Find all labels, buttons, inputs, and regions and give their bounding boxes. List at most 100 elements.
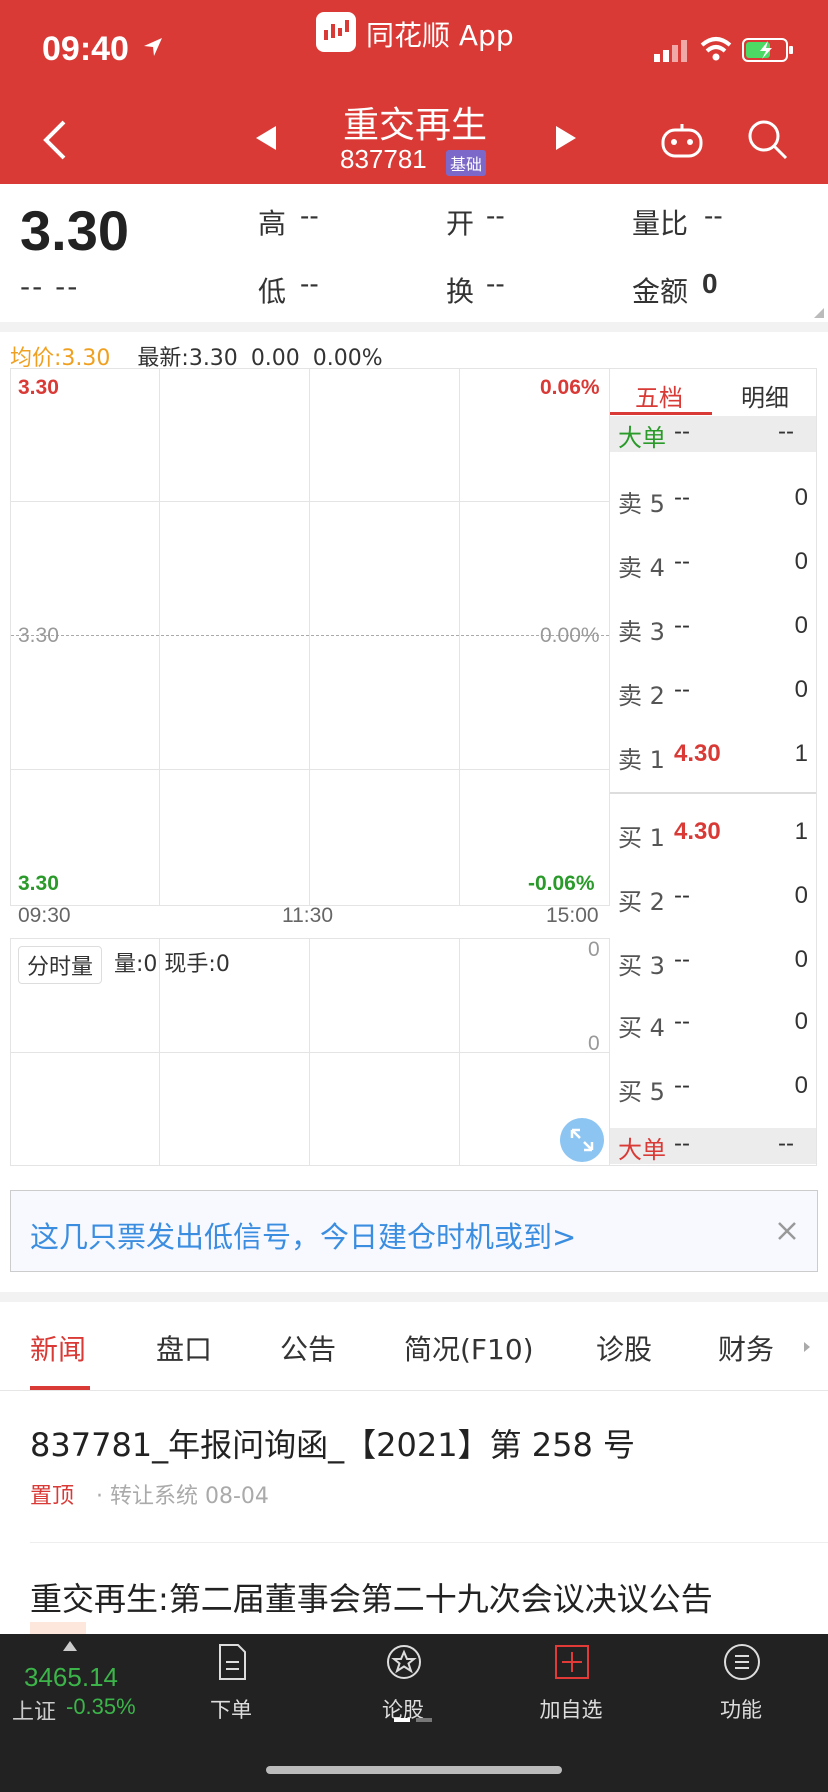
low-value: -- (300, 268, 319, 299)
volume-axis-top: 0 (588, 938, 600, 961)
add-watchlist-icon[interactable] (552, 1642, 592, 1682)
location-arrow-icon (144, 38, 162, 56)
big-order-bottom-a: -- (674, 1130, 690, 1157)
robot-assistant-icon[interactable] (660, 122, 704, 158)
previous-close-line (11, 635, 609, 636)
big-order-bottom-b: -- (778, 1130, 794, 1157)
tabs-scroll-arrow-icon[interactable] (800, 1338, 814, 1356)
pager-dot-active (394, 1718, 410, 1722)
index-value[interactable]: 3465.14 (24, 1662, 118, 1693)
buy-2-label: 买 2 (618, 888, 665, 916)
cellular-signal-icon (654, 40, 687, 62)
divider (0, 322, 828, 332)
news-item-title[interactable]: 837781_年报问询函_【2021】第 258 号 (30, 1420, 635, 1466)
volume-axis-mid: 0 (588, 1032, 600, 1055)
turnover-value: -- (486, 268, 505, 299)
previous-stock-button[interactable] (252, 124, 280, 152)
back-button[interactable] (40, 118, 70, 162)
big-order-value-b: -- (778, 418, 794, 445)
tab-announcements[interactable]: 公告 (280, 1328, 336, 1368)
intraday-chart[interactable] (10, 368, 610, 906)
index-toggle-arrow-icon[interactable] (62, 1640, 78, 1652)
buy-5-label: 买 5 (618, 1078, 665, 1106)
divider (0, 1292, 828, 1302)
sell-5-label: 卖 5 (618, 490, 665, 518)
buy-4-qty: 0 (794, 1008, 808, 1035)
bid-ask-divider (610, 792, 816, 794)
sell-1-label: 卖 1 (618, 746, 665, 774)
tab-news[interactable]: 新闻 (30, 1328, 86, 1368)
sell-4-label: 卖 4 (618, 554, 665, 582)
status-time: 09:40 (42, 30, 129, 68)
stock-code: 837781 (340, 144, 427, 174)
battery-icon (742, 38, 793, 62)
volume-type-selector[interactable]: 分时量 (18, 946, 103, 984)
buy-2-qty: 0 (794, 882, 808, 909)
sell-3-qty: 0 (794, 612, 808, 639)
news-item-meta: · 转让系统 08-04 (96, 1484, 269, 1509)
sell-1-price: 4.30 (674, 740, 721, 767)
index-name: 上证 (12, 1700, 57, 1725)
tab-five-levels[interactable]: 五档 (606, 378, 712, 413)
menu-icon[interactable] (722, 1642, 762, 1682)
volume-ratio-label: 量比 (632, 207, 689, 240)
buy-3-label: 买 3 (618, 952, 665, 980)
big-order-label-bottom: 大单 (618, 1136, 666, 1164)
high-value: -- (300, 200, 319, 231)
expand-corner-icon[interactable] (814, 308, 824, 318)
volume-info: 量:0 现手:0 (114, 952, 230, 977)
y-bottom-percent: -0.06% (528, 872, 595, 895)
tab-order-book[interactable]: 盘口 (156, 1328, 212, 1368)
amount-label: 金额 (632, 275, 689, 308)
time-axis-mid: 11:30 (282, 904, 333, 927)
nav-add-watchlist[interactable]: 加自选 (526, 1694, 616, 1724)
time-axis-end: 15:00 (546, 904, 599, 927)
divider (30, 1542, 828, 1543)
open-value: -- (486, 200, 505, 231)
search-icon[interactable] (746, 118, 788, 160)
price-change: -- -- (20, 270, 80, 303)
tab-details[interactable]: 明细 (716, 378, 814, 413)
open-label: 开 (446, 207, 475, 240)
y-top-percent: 0.06% (540, 376, 600, 399)
top-header: 09:40 同花顺 App 重交再生 837781 基础 (0, 0, 828, 184)
volume-ratio-value: -- (704, 200, 723, 231)
sell-3-price: -- (674, 612, 690, 639)
high-label: 高 (258, 207, 287, 240)
app-logo-icon (316, 12, 356, 52)
nav-functions[interactable]: 功能 (696, 1694, 786, 1724)
buy-1-label: 买 1 (618, 824, 665, 852)
buy-1-price: 4.30 (674, 818, 721, 845)
market-tier-badge: 基础 (446, 150, 487, 176)
tab-profile-f10[interactable]: 简况(F10) (404, 1328, 534, 1368)
fullscreen-button[interactable] (560, 1118, 604, 1162)
order-document-icon[interactable] (212, 1642, 252, 1682)
y-bottom-price: 3.30 (18, 872, 59, 895)
promo-banner-text[interactable]: 这几只票发出低信号，今日建仓时机或到> (30, 1214, 576, 1256)
stock-name: 重交再生 (342, 105, 487, 146)
discussion-star-icon[interactable] (384, 1642, 424, 1682)
home-indicator[interactable] (266, 1766, 562, 1774)
index-change: -0.35% (66, 1694, 136, 1719)
tab-financials[interactable]: 财务 (718, 1328, 774, 1368)
buy-3-price: -- (674, 946, 690, 973)
big-order-value-a: -- (674, 418, 690, 445)
next-stock-button[interactable] (552, 124, 580, 152)
nav-place-order[interactable]: 下单 (186, 1694, 276, 1724)
close-icon[interactable] (774, 1218, 800, 1244)
sell-2-label: 卖 2 (618, 682, 665, 710)
buy-3-qty: 0 (794, 946, 808, 973)
turnover-label: 换 (446, 275, 475, 308)
tab-diagnosis[interactable]: 诊股 (596, 1328, 652, 1368)
buy-2-price: -- (674, 882, 690, 909)
sell-3-label: 卖 3 (618, 618, 665, 646)
news-item-title[interactable]: 重交再生:第二届董事会第二十九次会议决议公告 (30, 1574, 713, 1620)
sell-2-qty: 0 (794, 676, 808, 703)
pinned-tag: 置顶 (30, 1484, 75, 1509)
current-price: 3.30 (20, 199, 129, 262)
buy-1-qty: 1 (794, 818, 808, 845)
sell-1-qty: 1 (794, 740, 808, 767)
sell-4-price: -- (674, 548, 690, 575)
sell-2-price: -- (674, 676, 690, 703)
buy-5-price: -- (674, 1072, 690, 1099)
